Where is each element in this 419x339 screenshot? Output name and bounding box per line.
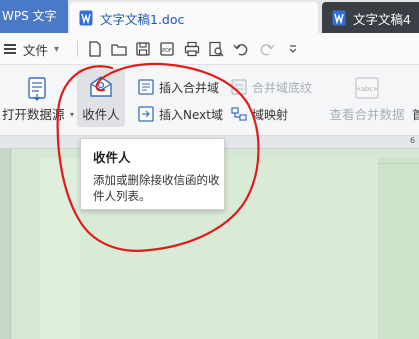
view-merged-data-icon: «abc»	[355, 77, 379, 99]
page-right-margin	[378, 158, 419, 339]
tab-bar: WPS 文字 文字文稿1.doc 文字文稿4	[0, 0, 419, 33]
vertical-ruler[interactable]	[0, 149, 11, 339]
redo-icon[interactable]	[258, 40, 276, 58]
view-merged-data-label: 查看合并数据	[329, 107, 405, 122]
menu-icon	[4, 44, 16, 54]
field-shading-icon	[231, 79, 247, 95]
wps-doc-icon	[332, 10, 346, 26]
view-icon-text: «abc»	[356, 85, 377, 93]
app-tab-label: WPS 文字	[2, 9, 57, 23]
recipient-label: 收件人	[82, 107, 120, 122]
quick-access-toolbar: 文件 ▾ PDF	[0, 33, 419, 65]
print-preview-icon[interactable]	[207, 40, 225, 58]
recipient-tooltip: 收件人 添加或删除接收信函的收件人列表。	[80, 138, 225, 210]
wps-doc-icon	[79, 10, 93, 26]
toolbar-divider	[77, 41, 78, 57]
insert-merge-field-label: 插入合并域	[159, 80, 220, 95]
chevron-down-icon: ▾	[54, 43, 60, 55]
insert-merge-field-button[interactable]: 插入合并域	[138, 77, 219, 97]
file-menu-button[interactable]: 文件 ▾	[4, 40, 59, 58]
active-document-title: 文字文稿1.doc	[100, 12, 185, 27]
tooltip-description: 添加或删除接收信函的收件人列表。	[93, 173, 220, 203]
merge-field-shading-button[interactable]: 合并域底纹	[231, 77, 312, 97]
export-pdf-icon[interactable]: PDF	[158, 40, 176, 58]
ribbon-overflow-label[interactable]: 首	[412, 106, 419, 123]
field-mapping-icon	[231, 107, 247, 121]
undo-icon[interactable]	[232, 40, 250, 58]
recipient-icon	[90, 76, 112, 97]
insert-next-icon	[138, 106, 154, 122]
field-mapping-label: 域映射	[252, 107, 289, 122]
margin-guide	[378, 163, 419, 164]
chevron-down-icon: ▾	[69, 110, 74, 119]
recipient-button[interactable]: 收件人	[77, 69, 125, 127]
tooltip-title: 收件人	[93, 150, 131, 165]
insert-next-field-label: 插入Next域	[159, 107, 223, 122]
view-merged-data-button[interactable]: «abc» 查看合并数据	[328, 69, 406, 127]
ruler-number: 6	[410, 136, 416, 145]
save-icon[interactable]	[134, 40, 152, 58]
open-folder-icon[interactable]	[110, 40, 128, 58]
open-data-source-button[interactable]: 打开数据源 ▾	[0, 69, 74, 127]
file-menu-label: 文件	[23, 42, 49, 58]
field-mapping-button[interactable]: 域映射	[231, 104, 288, 124]
mail-merge-ribbon: 打开数据源 ▾ 收件人 插入合并域 插入Next域 合并域底纹 域映射 «abc…	[0, 65, 419, 136]
print-icon[interactable]	[183, 40, 201, 58]
insert-field-icon	[138, 79, 154, 95]
new-doc-icon[interactable]	[86, 40, 104, 58]
customize-dropdown-icon[interactable]	[284, 40, 302, 58]
app-tab[interactable]: WPS 文字	[0, 0, 68, 33]
merge-field-shading-label: 合并域底纹	[252, 80, 313, 95]
open-data-source-label: 打开数据源	[2, 107, 65, 122]
tab-active-document[interactable]: 文字文稿1.doc	[70, 2, 376, 33]
tab-other-document[interactable]: 文字文稿4	[322, 2, 419, 33]
svg-text:PDF: PDF	[162, 48, 172, 54]
insert-next-field-button[interactable]: 插入Next域	[138, 104, 223, 124]
data-source-icon	[28, 77, 46, 101]
other-document-title: 文字文稿4	[353, 12, 411, 27]
